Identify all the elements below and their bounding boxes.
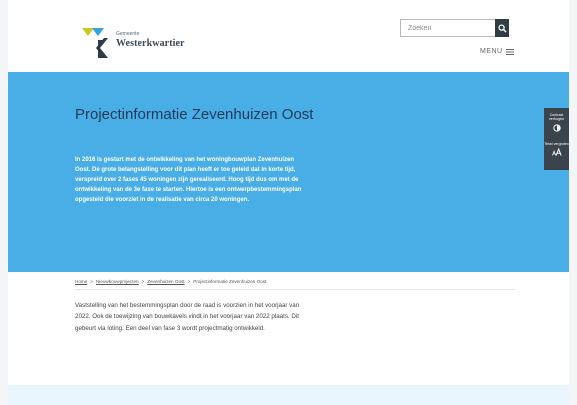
breadcrumb-separator: >: [187, 279, 191, 284]
menu-label: MENU: [480, 48, 503, 55]
logo-subtitle: Gemeente: [116, 31, 140, 37]
breadcrumb-current: Projectinformatie Zevenhuizen Oost: [193, 279, 267, 284]
contrast-label: Contrast verhogen: [549, 113, 564, 122]
hero-intro: In 2016 is gestart met de ontwikkeling v…: [75, 157, 302, 204]
menu-button[interactable]: MENU: [480, 48, 514, 55]
text-size-label: Tekst vergroten: [544, 142, 569, 146]
search-icon: [497, 23, 507, 33]
breadcrumb-nieuwbouwprojecten[interactable]: Nieuwbouwprojecten: [96, 279, 139, 284]
breadcrumb: Home > Nieuwbouwprojecten > Zevenhuizen Oost…: [75, 279, 266, 284]
contrast-icon: [552, 123, 561, 132]
search-box: [400, 19, 509, 37]
site-logo[interactable]: Gemeente Westerkwartier: [82, 26, 202, 60]
breadcrumb-separator: >: [141, 279, 145, 284]
hamburger-icon: [505, 48, 514, 55]
footer-band: [8, 385, 569, 405]
text-size-icon: [551, 148, 562, 157]
content-paragraph: Vaststelling van het bestemmingsplan doo…: [75, 302, 300, 332]
contrast-toggle[interactable]: Contrast verhogen: [544, 113, 569, 132]
breadcrumb-separator: >: [90, 279, 93, 284]
text-size-toggle[interactable]: Tekst vergroten: [544, 142, 569, 157]
page-title: Projectinformatie Zevenhuizen Oost: [75, 106, 314, 123]
logo-mark-icon: [82, 28, 108, 58]
breadcrumb-zevenhuizen-oost[interactable]: Zevenhuizen Oost: [147, 279, 184, 284]
site-header: Gemeente Westerkwartier MENU: [8, 0, 569, 72]
accessibility-panel: Contrast verhogen Tekst vergroten: [544, 108, 569, 170]
hero-banner: Projectinformatie Zevenhuizen Oost In 20…: [8, 72, 569, 272]
divider: [75, 289, 515, 290]
search-button[interactable]: [495, 19, 509, 37]
logo-name: Westerkwartier: [116, 38, 185, 49]
page: Gemeente Westerkwartier MENU Projectinfo…: [8, 0, 569, 405]
search-input[interactable]: [400, 19, 496, 37]
breadcrumb-home[interactable]: Home: [75, 279, 87, 284]
